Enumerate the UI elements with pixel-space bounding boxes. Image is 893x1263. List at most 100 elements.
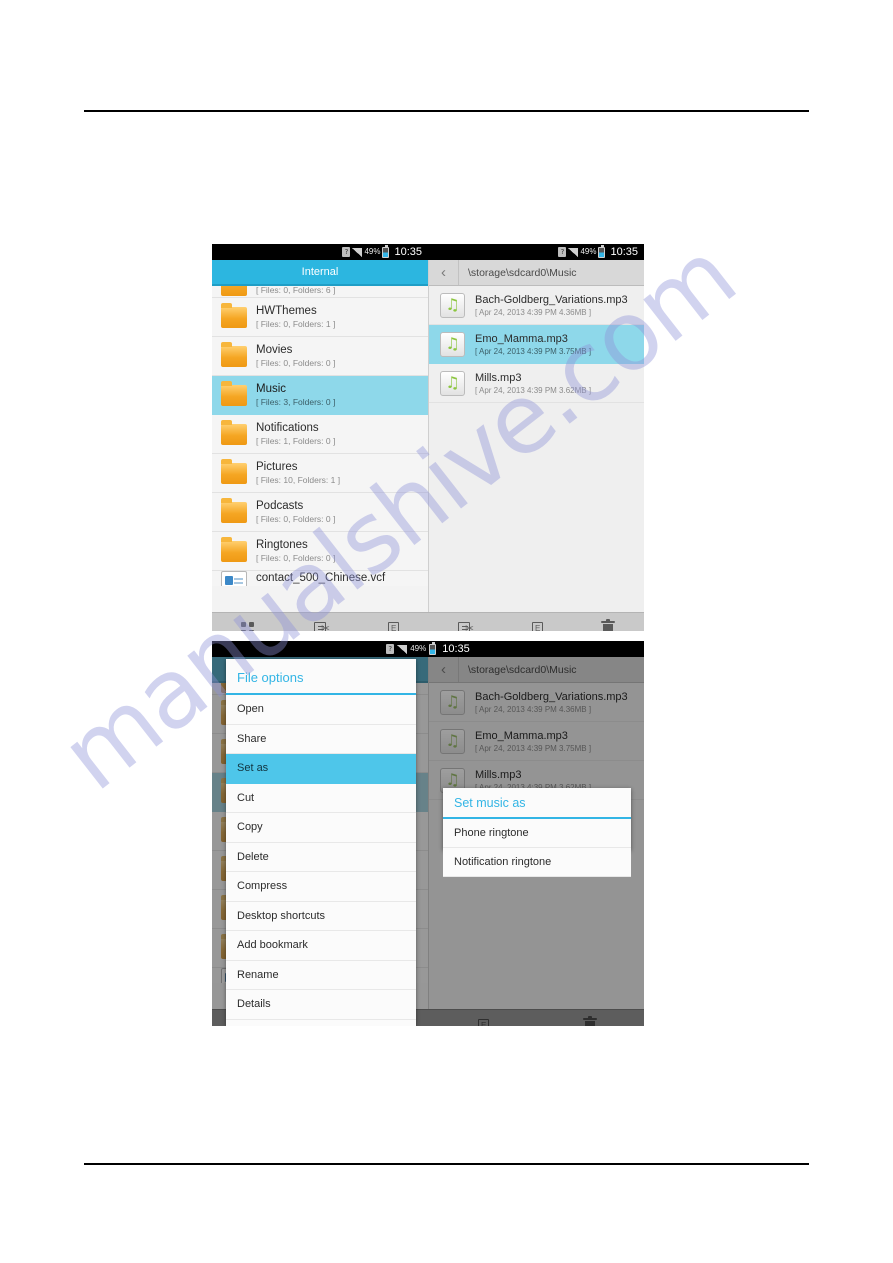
copy-icon	[385, 621, 399, 631]
file-row[interactable]: Mills.mp3[ Apr 24, 2013 4:39 PM 3.62MB ]	[429, 364, 644, 403]
delete-button[interactable]	[572, 613, 644, 631]
file-row[interactable]: Bach-Goldberg_Variations.mp3[ Apr 24, 20…	[429, 286, 644, 325]
folder-name-label: Podcasts	[256, 500, 304, 512]
file-list[interactable]: Bach-Goldberg_Variations.mp3[ Apr 24, 20…	[429, 286, 644, 612]
current-path-label: \storage\sdcard0\Music	[468, 266, 577, 279]
folder-count-label: [ Files: 1, Folders: 0 ]	[256, 436, 336, 446]
battery-icon	[429, 641, 437, 655]
delete-button[interactable]	[536, 1010, 644, 1026]
sim-card-icon: ?	[342, 247, 351, 257]
folder-row[interactable]: HWThemes [ Files: 0, Folders: 1 ]	[212, 298, 428, 337]
folder-count-label: [ Files: 0, Folders: 0 ]	[256, 358, 336, 368]
folder-icon	[221, 419, 247, 445]
folder-list[interactable]: [ Files: 0, Folders: 6 ] HWThemes [ Files:…	[212, 286, 428, 612]
folder-row[interactable]: Pictures [ Files: 10, Folders: 1 ]	[212, 454, 428, 493]
folder-icon	[221, 341, 247, 367]
set-music-as-dialog[interactable]: Set music as Phone ringtone Notification …	[443, 788, 631, 877]
menu-item-share[interactable]: Share	[226, 724, 416, 754]
folder-name-label: Ringtones	[256, 539, 308, 551]
folder-icon	[221, 458, 247, 484]
cut-button-right[interactable]	[428, 613, 500, 631]
menu-item-desktop-shortcuts[interactable]: Desktop shortcuts	[226, 901, 416, 931]
tab-internal-storage[interactable]: Internal	[212, 260, 428, 286]
file-options-item-list[interactable]: Open Share Set as Cut Copy Delete Compress Desk…	[226, 695, 416, 1020]
folder-icon	[221, 302, 247, 328]
folder-count-label: [ Files: 0, Folders: 0 ]	[256, 553, 336, 563]
copy-button-right[interactable]	[500, 613, 572, 631]
battery-percent-label: 49%	[410, 644, 427, 653]
set-music-as-title: Set music as	[443, 788, 631, 819]
screenshot-file-browser: ? 49% 10:35 ? 49% 10:35 Internal [ Files…	[212, 244, 644, 631]
folder-row[interactable]: Music [ Files: 3, Folders: 0 ]	[212, 376, 428, 415]
menu-item-copy[interactable]: Copy	[226, 813, 416, 843]
copy-icon	[475, 1018, 489, 1026]
menu-item-set-as[interactable]: Set as	[226, 754, 416, 784]
status-clock: 10:35	[442, 643, 470, 655]
music-file-icon	[440, 689, 465, 715]
menu-item-rename[interactable]: Rename	[226, 960, 416, 990]
folder-meta: Movies [ Files: 0, Folders: 0 ]	[256, 343, 335, 369]
menu-item-details[interactable]: Details	[226, 990, 416, 1020]
file-meta: Emo_Mamma.mp3[ Apr 24, 2013 4:39 PM 3.75…	[475, 729, 591, 754]
trash-icon	[601, 618, 615, 631]
signal-strength-icon	[568, 247, 579, 257]
cut-icon	[458, 621, 474, 631]
folder-count-label: [ Files: 0, Folders: 6 ]	[256, 286, 336, 295]
music-file-icon	[440, 728, 465, 754]
file-name-label: Emo_Mamma.mp3	[475, 332, 568, 345]
status-bar-right-group: ? 49% 10:35	[428, 244, 644, 260]
folder-row[interactable]: Notifications [ Files: 1, Folders: 0 ]	[212, 415, 428, 454]
page-footer-rule	[84, 1163, 809, 1165]
file-name-label: Bach-Goldberg_Variations.mp3	[475, 293, 628, 306]
menu-item-delete[interactable]: Delete	[226, 842, 416, 872]
status-bar-center-group: ? 49% 10:35	[212, 641, 644, 657]
back-icon[interactable]: ‹	[429, 657, 459, 682]
folder-meta: HWThemes [ Files: 0, Folders: 1 ]	[256, 304, 335, 330]
set-music-as-item-list[interactable]: Phone ringtone Notification ringtone	[443, 819, 631, 877]
bottom-toolbar[interactable]	[212, 612, 644, 631]
status-clock: 10:35	[610, 246, 638, 258]
folder-icon	[221, 536, 247, 562]
folder-meta: [ Files: 0, Folders: 6 ]	[256, 286, 335, 296]
folder-row[interactable]: contact_500_Chinese.vcf	[212, 571, 428, 586]
folder-meta: Pictures [ Files: 10, Folders: 1 ]	[256, 460, 340, 486]
menu-item-phone-ringtone[interactable]: Phone ringtone	[443, 819, 631, 848]
folder-row[interactable]: Ringtones [ Files: 0, Folders: 0 ]	[212, 532, 428, 571]
music-file-icon	[440, 370, 465, 396]
path-bar: ‹ \storage\sdcard0\Music	[429, 260, 644, 286]
folder-row[interactable]: Movies [ Files: 0, Folders: 0 ]	[212, 337, 428, 376]
signal-strength-icon	[352, 247, 363, 257]
folder-name-label: Movies	[256, 344, 293, 356]
folder-row[interactable]: Podcasts [ Files: 0, Folders: 0 ]	[212, 493, 428, 532]
status-clock: 10:35	[394, 246, 422, 258]
file-meta: Bach-Goldberg_Variations.mp3[ Apr 24, 20…	[475, 690, 628, 715]
folder-meta: Notifications [ Files: 1, Folders: 0 ]	[256, 421, 335, 447]
folder-icon	[221, 497, 247, 523]
status-bar-bottom: ? 49% 10:35	[212, 641, 644, 657]
file-name-label: Mills.mp3	[475, 768, 522, 781]
back-icon[interactable]: ‹	[429, 260, 459, 285]
file-options-dialog[interactable]: File options Open Share Set as Cut Copy Delet…	[226, 659, 416, 1026]
file-row[interactable]: Emo_Mamma.mp3[ Apr 24, 2013 4:39 PM 3.75…	[429, 722, 644, 761]
menu-item-notification-ringtone[interactable]: Notification ringtone	[443, 848, 631, 877]
cut-button[interactable]	[284, 613, 356, 631]
menu-item-cut[interactable]: Cut	[226, 783, 416, 813]
sim-card-icon: ?	[386, 644, 395, 654]
folder-row[interactable]: [ Files: 0, Folders: 6 ]	[212, 286, 428, 298]
menu-item-add-bookmark[interactable]: Add bookmark	[226, 931, 416, 961]
file-row[interactable]: Emo_Mamma.mp3[ Apr 24, 2013 4:39 PM 3.75…	[429, 325, 644, 364]
music-file-icon	[440, 331, 465, 357]
sim-card-icon: ?	[558, 247, 567, 257]
copy-button-right[interactable]	[428, 1010, 536, 1026]
menu-item-compress[interactable]: Compress	[226, 872, 416, 902]
file-details-label: [ Apr 24, 2013 4:39 PM 4.36MB ]	[475, 307, 592, 317]
copy-button[interactable]	[356, 613, 428, 631]
view-mode-button[interactable]	[212, 613, 284, 631]
file-name-label: Mills.mp3	[475, 371, 522, 384]
battery-percent-label: 49%	[580, 247, 597, 256]
file-row[interactable]: Bach-Goldberg_Variations.mp3[ Apr 24, 20…	[429, 683, 644, 722]
file-details-label: [ Apr 24, 2013 4:39 PM 3.75MB ]	[475, 346, 592, 356]
file-options-title: File options	[226, 659, 416, 695]
menu-item-open[interactable]: Open	[226, 695, 416, 725]
page-header-rule	[84, 110, 809, 112]
